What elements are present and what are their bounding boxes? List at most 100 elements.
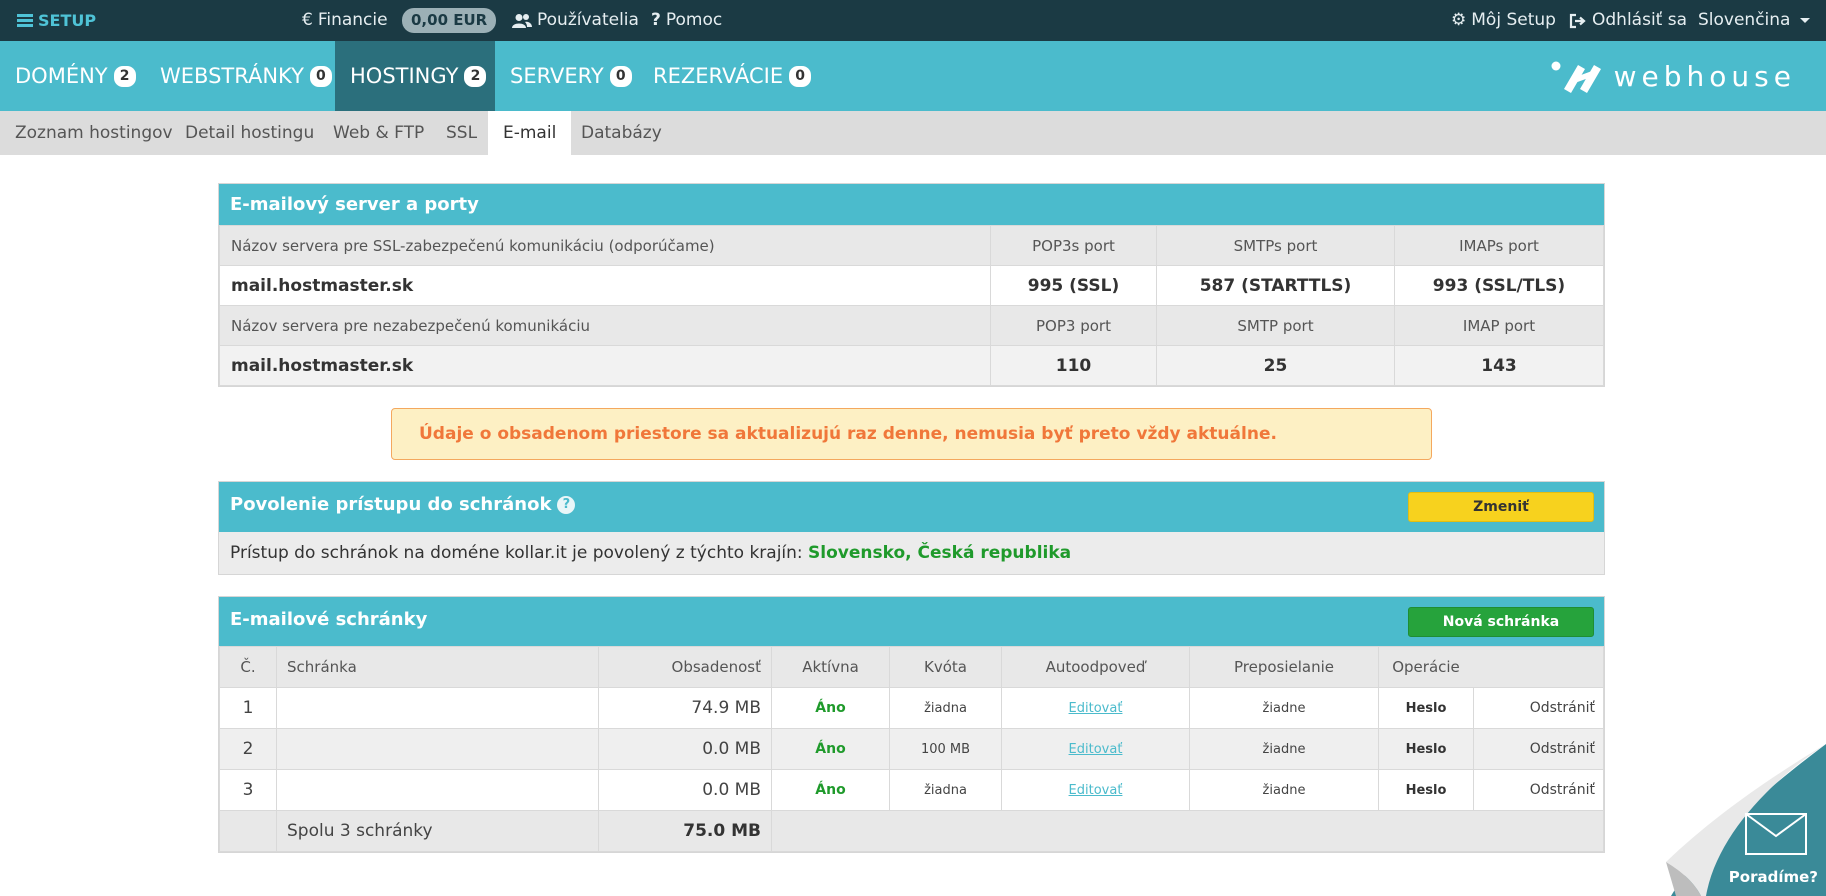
- tab-reservations[interactable]: REZERVÁCIE 0: [638, 41, 826, 111]
- help-page-curl[interactable]: Poradíme?: [1656, 744, 1826, 896]
- setup-brand-link[interactable]: SETUP: [17, 0, 96, 41]
- delete-mailbox-button[interactable]: Odstrániť: [1473, 728, 1604, 770]
- mailbox-active[interactable]: Áno: [771, 728, 890, 770]
- mailboxes-title: E-mailové schránky: [230, 609, 428, 630]
- usage-update-alert: Údaje o obsadenom priestore sa aktualizu…: [391, 408, 1432, 460]
- smtps-port-label: SMTPs port: [1156, 225, 1395, 266]
- sub-nav: Zoznam hostingov Detail hostingu Web & F…: [0, 111, 1826, 155]
- mailbox-quota[interactable]: 100 MB: [889, 728, 1002, 770]
- tab-label: WEBSTRÁNKY: [160, 64, 304, 88]
- brand-label: SETUP: [38, 11, 97, 30]
- autoreply-edit-link[interactable]: Editovať: [1001, 687, 1190, 729]
- access-title: Povolenie prístupu do schránok: [230, 494, 552, 515]
- delete-mailbox-button[interactable]: Odstrániť: [1473, 687, 1604, 729]
- mail-server-panel: E-mailový server a porty Názov servera p…: [218, 183, 1605, 387]
- mailboxes-panel: E-mailové schránky Nová schránka Č. Schr…: [218, 596, 1605, 853]
- autoreply-edit-link[interactable]: Editovať: [1001, 769, 1190, 811]
- smtp-port-value: 25: [1156, 345, 1395, 386]
- access-text: Prístup do schránok na doméne kollar.it …: [230, 543, 803, 563]
- logout-label: Odhlásiť sa: [1592, 10, 1688, 30]
- ssl-value-row: mail.hostmaster.sk 995 (SSL) 587 (STARTT…: [219, 265, 1604, 306]
- my-setup-link[interactable]: ⚙ Môj Setup: [1451, 0, 1556, 41]
- ssl-header-row: Názov servera pre SSL-zabezpečenú komuni…: [219, 225, 1604, 266]
- tab-label: SERVERY: [510, 64, 604, 88]
- imap-port-label: IMAP port: [1394, 305, 1604, 346]
- smtps-port-value: 587 (STARTTLS): [1156, 265, 1395, 306]
- total-spacer: [219, 810, 277, 852]
- subtab-databases[interactable]: Databázy: [566, 111, 677, 155]
- mailbox-usage: 0.0 MB: [598, 769, 772, 811]
- balance-badge[interactable]: 0,00 EUR: [402, 0, 497, 41]
- question-icon: ?: [651, 10, 661, 30]
- mailbox-active[interactable]: Áno: [771, 769, 890, 811]
- pop3s-port-label: POP3s port: [990, 225, 1157, 266]
- subtab-email[interactable]: E-mail: [488, 111, 572, 155]
- tab-label: REZERVÁCIE: [653, 64, 784, 88]
- mailbox-active[interactable]: Áno: [771, 687, 890, 729]
- password-button[interactable]: Heslo: [1378, 769, 1474, 811]
- tab-servers[interactable]: SERVERY 0: [495, 41, 647, 111]
- euro-icon: €: [302, 10, 313, 30]
- language-label: Slovenčina: [1698, 10, 1791, 30]
- delete-mailbox-button[interactable]: Odstrániť: [1473, 769, 1604, 811]
- autoreply-edit-link[interactable]: Editovať: [1001, 728, 1190, 770]
- password-button[interactable]: Heslo: [1378, 687, 1474, 729]
- plain-server-label: Názov servera pre nezabezpečenú komuniká…: [219, 305, 991, 346]
- imaps-port-value: 993 (SSL/TLS): [1394, 265, 1604, 306]
- users-icon: [512, 13, 532, 28]
- total-row: Spolu 3 schránky 75.0 MB: [219, 810, 1604, 852]
- help-link[interactable]: ? Pomoc: [651, 0, 722, 41]
- mailbox-forwarding[interactable]: žiadne: [1189, 687, 1379, 729]
- plain-value-row: mail.hostmaster.sk 110 25 143: [219, 345, 1604, 386]
- subtab-web-ftp[interactable]: Web & FTP: [318, 111, 439, 155]
- table-row: 3 0.0 MB Áno žiadna Editovať žiadne Hesl…: [219, 769, 1604, 811]
- mailbox-quota[interactable]: žiadna: [889, 687, 1002, 729]
- mailbox-usage: 74.9 MB: [598, 687, 772, 729]
- row-number: 1: [219, 687, 277, 729]
- col-number: Č.: [219, 646, 277, 688]
- tab-label: DOMÉNY: [15, 64, 108, 88]
- tab-count-badge: 2: [464, 65, 487, 87]
- change-access-button[interactable]: Zmeniť: [1408, 492, 1594, 522]
- total-empty-cell: [1001, 810, 1190, 852]
- tab-hostings[interactable]: HOSTINGY 2: [335, 41, 495, 111]
- webhouse-logo[interactable]: webhouse: [1550, 41, 1796, 111]
- mailbox-quota[interactable]: žiadna: [889, 769, 1002, 811]
- question-circle-icon[interactable]: ?: [557, 496, 576, 514]
- total-label: Spolu 3 schránky: [276, 810, 599, 852]
- language-dropdown[interactable]: Slovenčina: [1698, 0, 1811, 41]
- server-icon: [17, 14, 33, 27]
- allowed-countries: Slovensko, Česká republika: [808, 543, 1072, 563]
- subtab-hosting-list[interactable]: Zoznam hostingov: [0, 111, 188, 155]
- users-label: Používatelia: [537, 10, 639, 30]
- mailbox-forwarding[interactable]: žiadne: [1189, 728, 1379, 770]
- tab-domains[interactable]: DOMÉNY 2: [0, 41, 151, 111]
- mailbox-forwarding[interactable]: žiadne: [1189, 769, 1379, 811]
- mailbox-name: [276, 687, 599, 729]
- mail-server-title: E-mailový server a porty: [219, 184, 1604, 225]
- caret-down-icon: [1800, 18, 1811, 23]
- tab-count-badge: 2: [113, 65, 136, 87]
- subtab-ssl[interactable]: SSL: [431, 111, 492, 155]
- row-number: 2: [219, 728, 277, 770]
- my-setup-label: Môj Setup: [1471, 10, 1556, 30]
- mailbox-name: [276, 728, 599, 770]
- total-empty-cell: [1189, 810, 1379, 852]
- subtab-hosting-detail[interactable]: Detail hostingu: [170, 111, 329, 155]
- finance-link[interactable]: € Financie: [302, 0, 388, 41]
- total-usage: 75.0 MB: [598, 810, 772, 852]
- total-empty-cell: [1473, 810, 1604, 852]
- new-mailbox-button[interactable]: Nová schránka: [1408, 606, 1594, 637]
- tab-websites[interactable]: WEBSTRÁNKY 0: [145, 41, 347, 111]
- row-number: 3: [219, 769, 277, 811]
- logout-link[interactable]: Odhlásiť sa: [1569, 0, 1687, 41]
- col-quota: Kvóta: [889, 646, 1002, 688]
- gear-icon: ⚙: [1451, 10, 1467, 30]
- finance-label: Financie: [317, 10, 388, 30]
- access-panel-header: Povolenie prístupu do schránok? Zmeniť: [219, 482, 1604, 532]
- password-button[interactable]: Heslo: [1378, 728, 1474, 770]
- users-link[interactable]: Používatelia: [512, 0, 639, 41]
- mailboxes-header-row: Č. Schránka Obsadenosť Aktívna Kvóta Aut…: [219, 646, 1604, 688]
- total-empty-cell: [1378, 810, 1474, 852]
- tab-count-badge: 0: [789, 65, 812, 87]
